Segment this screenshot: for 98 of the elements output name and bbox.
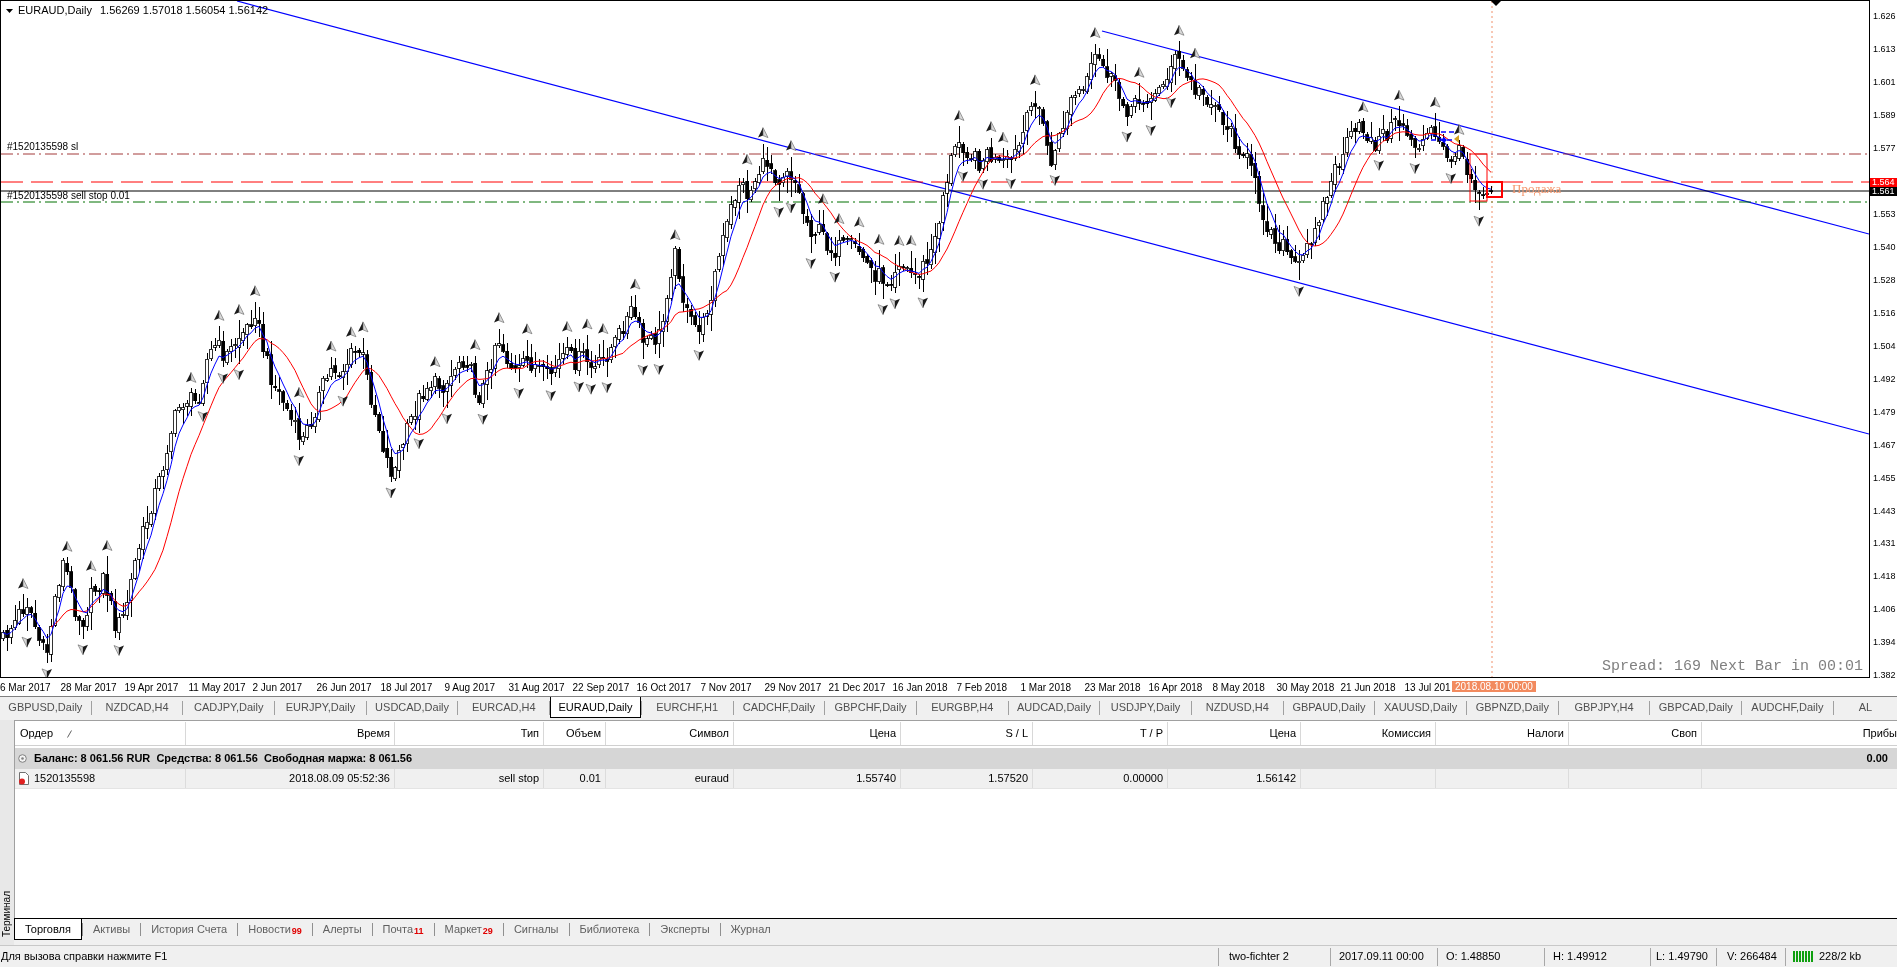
date-label: 9 Aug 2017	[444, 681, 496, 693]
table-cell-text: 0.01	[579, 771, 601, 787]
table-cell-text: 1.55740	[856, 771, 896, 787]
table-cell-text: 0.00000	[1123, 771, 1163, 787]
balance-summary: Баланс: 8 061.56 RUR Средства: 8 061.56 Свободная маржа: 8 061.56	[34, 751, 414, 767]
balance-profit: 0.00	[1866, 751, 1889, 767]
date-label: 19 Apr 2017	[124, 681, 179, 693]
date-label: 8 May 2018	[1212, 681, 1265, 693]
price-label: 1.394	[1873, 637, 1896, 648]
ohlc-values: 1.56269 1.57018 1.56054 1.56142	[99, 4, 269, 17]
price-label: 1.382	[1873, 670, 1896, 681]
table-cell-text: 1.57520	[988, 771, 1028, 787]
column-header[interactable]: Цена	[734, 722, 901, 745]
price-label: 1.613	[1873, 44, 1896, 55]
date-label: 23 Mar 2018	[1084, 681, 1141, 693]
price-label: 1.455	[1873, 472, 1896, 483]
date-label: 16 Oct 2017	[636, 681, 691, 693]
column-header[interactable]: Комиссия	[1301, 722, 1436, 745]
column-header[interactable]: Время	[186, 722, 395, 745]
price-label: 1.479	[1873, 406, 1896, 417]
price-label: 1.528	[1873, 274, 1896, 285]
date-label: 18 Jul 2017	[380, 681, 433, 693]
terminal-side-label: Терминал	[1, 890, 13, 937]
chart-symbol: EURAUD,Daily	[18, 4, 92, 17]
table-cell-text: euraud	[694, 771, 729, 787]
price-label: 1.492	[1873, 373, 1896, 384]
date-label: 13 Jul 201	[1404, 681, 1451, 693]
price-marker: 1.564	[1870, 177, 1897, 187]
volume: V: 266484	[1727, 949, 1777, 965]
column-header[interactable]: Символ	[606, 722, 734, 745]
traffic-text: 228/2 kb	[1819, 949, 1862, 965]
date-label: 2 Jun 2017	[252, 681, 302, 693]
column-header[interactable]: Налоги	[1436, 722, 1569, 745]
price-marker: 1.561	[1870, 186, 1897, 196]
date-label: 28 Mar 2017	[60, 681, 117, 693]
date-label: 6 Mar 2017	[0, 681, 51, 693]
price-label: 1.589	[1873, 110, 1896, 121]
column-header[interactable]: Тип	[395, 722, 544, 745]
terminal-tab[interactable]: Торговля	[14, 919, 82, 940]
date-label: 11 May 2017	[188, 681, 246, 693]
price-label: 1.540	[1873, 242, 1896, 253]
price-label: 1.504	[1873, 340, 1896, 351]
trade-arrow-drawing	[1430, 131, 1459, 143]
caret-icon[interactable]	[6, 8, 13, 13]
low-price: L: 1.49790	[1656, 949, 1708, 965]
price-label: 1.418	[1873, 571, 1896, 582]
price-label: 1.553	[1873, 209, 1896, 220]
date-label: 7 Nov 2017	[700, 681, 752, 693]
column-header[interactable]: S / L	[901, 722, 1033, 745]
count-label: 99	[291, 925, 302, 939]
chart-tab[interactable]: EURAUD,Daily	[550, 697, 641, 718]
open-price: O: 1.48850	[1446, 949, 1501, 965]
bars-icon	[1793, 951, 1815, 962]
date-label: 31 Aug 2017	[508, 681, 565, 693]
spread-info: Spread: 169 Next Bar in 00:01	[1601, 659, 1863, 674]
column-header[interactable]: T / P	[1033, 722, 1168, 745]
bar-time: 2017.09.11 00:00	[1339, 949, 1424, 965]
column-header[interactable]: Ордер	[15, 722, 186, 745]
date-label: 30 May 2018	[1276, 681, 1335, 693]
price-label: 1.467	[1873, 439, 1896, 450]
date-label: 16 Jan 2018	[892, 681, 948, 693]
order-row[interactable]: 1520135598 2018.08.09 05:52:36 sell stop 0.01 euraud 1.55740 1.57520 0.00000 1.56142	[15, 769, 1897, 789]
help-text: Для вызова справки нажмите F1	[1, 950, 168, 963]
column-header[interactable]: Прибы	[1702, 722, 1897, 745]
price-label: 1.577	[1873, 143, 1896, 154]
table-cell-text: 1.56142	[1256, 771, 1296, 787]
date-label: 7 Feb 2018	[956, 681, 1008, 693]
sort-icon	[67, 729, 73, 738]
date-label: 16 Apr 2018	[1148, 681, 1203, 693]
date-label: 1 Mar 2018	[1020, 681, 1072, 693]
document-icon	[18, 772, 30, 785]
date-label: 21 Jun 2018	[1340, 681, 1396, 693]
date-label: 26 Jun 2017	[316, 681, 372, 693]
column-header[interactable]: Своп	[1569, 722, 1702, 745]
cursor-date-label: 2018.08.10 00:00	[1452, 681, 1536, 692]
highlight-rectangle	[1469, 153, 1488, 202]
date-label: 22 Sep 2017	[572, 681, 630, 693]
column-header[interactable]: Объем	[544, 722, 606, 745]
price-label: 1.601	[1873, 77, 1896, 88]
table-cell-text: 1520135598	[34, 771, 96, 787]
price-label: 1.516	[1873, 307, 1896, 318]
order-label: #1520135598 sell stop 0.01	[7, 191, 130, 201]
date-label: 21 Dec 2017	[828, 681, 886, 693]
column-header[interactable]: Цена	[1168, 722, 1301, 745]
price-label: 1.431	[1873, 538, 1896, 549]
circle-icon	[18, 754, 27, 763]
table-cell-text: sell stop	[498, 771, 539, 787]
high-price: H: 1.49912	[1553, 949, 1607, 965]
profile-name: two-fichter 2	[1229, 949, 1289, 965]
stop-loss-label: #1520135598 sl	[7, 142, 79, 152]
price-label: 1.406	[1873, 604, 1896, 615]
date-label: 29 Nov 2017	[764, 681, 822, 693]
price-label: 1.443	[1873, 505, 1896, 516]
table-cell-text: 2018.08.09 05:52:36	[289, 771, 390, 787]
count-label: 11	[414, 925, 424, 939]
price-label: 1.626	[1873, 11, 1896, 22]
count-label: 29	[482, 925, 493, 939]
square-marker	[1486, 181, 1503, 198]
